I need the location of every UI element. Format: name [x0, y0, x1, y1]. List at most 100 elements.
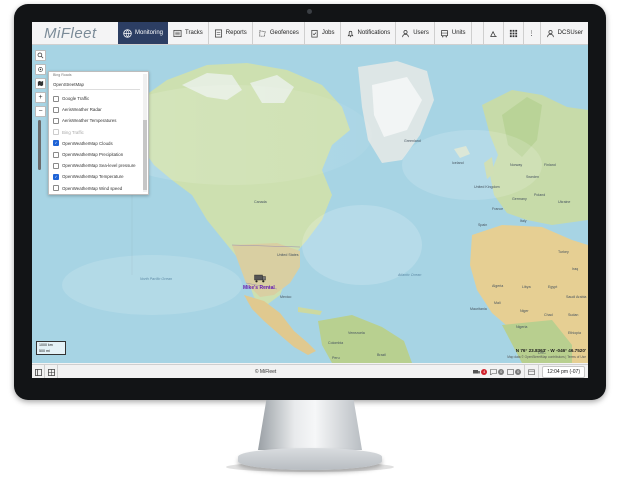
- table-icon: [47, 368, 55, 376]
- map-label-nigeria: Nigeria: [516, 325, 528, 329]
- nav-notifications[interactable]: Notifications: [341, 22, 397, 44]
- layers-button[interactable]: [35, 78, 46, 89]
- map-label-mexico: Mexico: [280, 295, 292, 299]
- layer-aeris-radar[interactable]: AerisWeather Radar: [49, 104, 148, 115]
- more-menu-button[interactable]: ⋮: [522, 22, 540, 44]
- chart-icon: [490, 30, 497, 37]
- tasks-indicator[interactable]: 0: [507, 369, 522, 375]
- app-screen: MiFleet Monitoring Tracks Reports Geofen…: [32, 22, 588, 378]
- map-label-finland: Finland: [544, 163, 556, 167]
- user-icon: [402, 29, 409, 37]
- layer-label: AerisWeather Radar: [62, 107, 102, 113]
- layer-label: OpenWeatherMap Clouds: [62, 140, 113, 146]
- layer-checkbox[interactable]: [53, 95, 59, 102]
- vehicle-label[interactable]: Mike's Rental: [243, 285, 275, 291]
- layer-checkbox[interactable]: [53, 162, 59, 169]
- layer-label: Google Traffic: [62, 96, 90, 102]
- geofence-icon: [259, 29, 266, 37]
- layer-label: AerisWeather Temperatures: [62, 118, 117, 124]
- locate-button[interactable]: [35, 64, 46, 75]
- reports-icon: [214, 29, 222, 37]
- nav-monitoring[interactable]: Monitoring: [118, 22, 169, 44]
- header-right: ⋮ DCSUser: [482, 22, 588, 44]
- zoom-slider[interactable]: [38, 120, 41, 170]
- map-label-ukraine: Ukraine: [558, 200, 571, 204]
- nav-label: Reports: [225, 30, 247, 36]
- layer-owm-wind[interactable]: OpenWeatherMap Wind speed: [49, 183, 148, 194]
- app-header: MiFleet Monitoring Tracks Reports Geofen…: [32, 22, 588, 45]
- layer-checkbox-checked[interactable]: ✓: [53, 173, 59, 180]
- grid-view-button[interactable]: [45, 365, 58, 378]
- map-label-brazil: Brazil: [377, 353, 386, 357]
- map-label-norway: Norway: [510, 163, 523, 167]
- vehicle-marker-icon[interactable]: [254, 274, 266, 283]
- kebab-icon: ⋮: [528, 30, 535, 37]
- layer-aeris-temperatures[interactable]: AerisWeather Temperatures: [49, 115, 148, 126]
- minus-icon: −: [38, 108, 43, 115]
- layer-google-traffic[interactable]: Google Traffic: [49, 93, 148, 104]
- user-name: DCSUser: [557, 30, 583, 36]
- calendar-button[interactable]: [524, 365, 540, 378]
- map-label-peru: Peru: [332, 356, 340, 360]
- user-menu-button[interactable]: DCSUser: [539, 22, 588, 44]
- layer-clipped-item: Bing Roads: [53, 73, 72, 77]
- camera-dot: [307, 9, 312, 14]
- bottom-bar: © MiFleet 4 0 0 12:04 pm (-07): [32, 364, 588, 378]
- layer-checkbox[interactable]: [53, 106, 59, 113]
- layer-owm-temperature[interactable]: ✓ OpenWeatherMap Temperature: [49, 171, 148, 182]
- layer-checkbox-checked[interactable]: ✓: [53, 140, 59, 147]
- apps-grid-button[interactable]: [502, 22, 523, 44]
- layer-checkbox[interactable]: [53, 151, 59, 158]
- map-label-saudi-arabia: Saudi Arabia: [566, 295, 587, 299]
- layer-checkbox[interactable]: [53, 185, 59, 192]
- layer-owm-precipitation[interactable]: OpenWeatherMap Precipitation: [49, 149, 148, 160]
- nav-label: Geofences: [269, 30, 299, 36]
- map-label-united-states: United States: [277, 253, 299, 257]
- calendar-icon: [528, 369, 536, 375]
- map-label-mauritania: Mauritania: [470, 307, 487, 311]
- mifleet-logo: MiFleet: [44, 24, 97, 42]
- map-label-italy: Italy: [520, 219, 527, 223]
- crosshair-icon: [38, 67, 43, 72]
- layer-owm-clouds[interactable]: ✓ OpenWeatherMap Clouds: [49, 138, 148, 149]
- zoom-in-button[interactable]: +: [35, 92, 46, 103]
- copyright-text: © MiFleet: [254, 369, 277, 375]
- alerts-indicator[interactable]: 4: [473, 369, 488, 375]
- flag-icon: [173, 29, 182, 37]
- layers-scrollbar[interactable]: [143, 74, 147, 192]
- layer-bing-traffic: Bing Traffic: [49, 127, 148, 138]
- grid-icon: [509, 29, 517, 37]
- map-search-button[interactable]: [35, 50, 46, 61]
- scale-mi: 500 mi: [39, 349, 50, 353]
- nav-geofences[interactable]: Geofences: [253, 22, 305, 44]
- map-attribution[interactable]: Map data © OpenStreetMap contributors | …: [507, 355, 586, 359]
- messages-indicator[interactable]: 0: [490, 369, 505, 375]
- toggle-panel-button[interactable]: [32, 365, 45, 378]
- nav-users[interactable]: Users: [396, 22, 435, 44]
- map-label-algeria: Algeria: [492, 284, 504, 288]
- map-label-colombia: Colombia: [328, 341, 344, 345]
- zoom-out-button[interactable]: −: [35, 106, 46, 117]
- map-view[interactable]: Greenland Canada United States Mexico At…: [32, 45, 588, 363]
- basemap-select[interactable]: OpenStreetMap: [53, 80, 140, 90]
- layer-owm-pressure[interactable]: OpenWeatherMap Sea-level pressure: [49, 160, 148, 171]
- map-label-mali: Mali: [494, 301, 501, 305]
- nav-tracks[interactable]: Tracks: [168, 22, 209, 44]
- cursor-coordinates: N 76° 23.8363' - W -046° 46.7520': [515, 348, 586, 353]
- scrollbar-thumb[interactable]: [143, 120, 147, 190]
- map-label-ethiopia: Ethiopia: [568, 331, 581, 335]
- map-label-uk: United Kingdom: [474, 185, 500, 189]
- map-label-niger: Niger: [520, 309, 529, 313]
- nav-reports[interactable]: Reports: [209, 22, 253, 44]
- stats-button[interactable]: [482, 22, 503, 44]
- nav-jobs[interactable]: Jobs: [305, 22, 341, 44]
- nav-units[interactable]: Units: [435, 22, 472, 44]
- user-icon: [546, 29, 554, 37]
- map-label-france: France: [492, 207, 504, 211]
- layer-checkbox[interactable]: [53, 117, 59, 124]
- map-label-libya: Libya: [522, 285, 531, 289]
- nav-label: Users: [413, 30, 429, 36]
- map-label-iraq: Iraq: [572, 267, 579, 271]
- layer-label: OpenWeatherMap Temperature: [62, 174, 124, 180]
- map-label-chad: Chad: [544, 313, 553, 317]
